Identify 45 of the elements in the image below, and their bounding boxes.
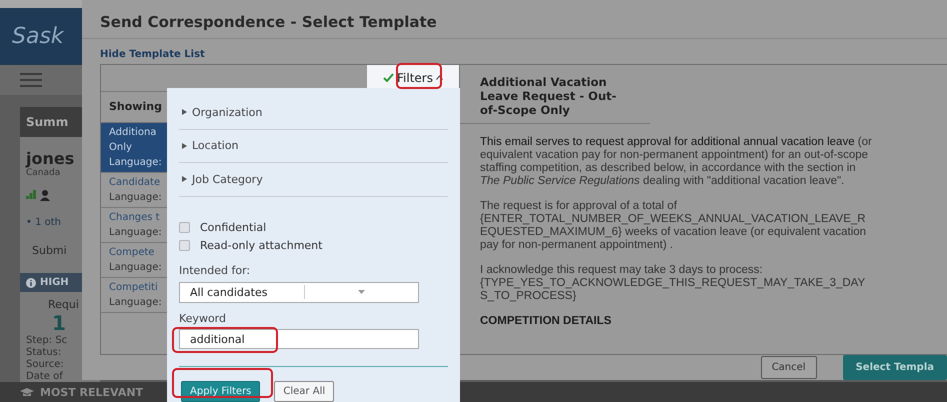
candidate-name: jones [24,148,76,168]
submitted-label: Submi [31,243,68,259]
field-label: Keyword [179,312,227,326]
section-heading: COMPETITION DETAILS [480,314,612,328]
menu-icon[interactable] [20,73,42,87]
primary-button[interactable]: Select Templa [842,355,947,380]
hide-list-link[interactable]: Hide Template List [82,38,223,64]
triangle-icon [182,176,187,182]
country-text: Canada [25,168,62,178]
logo-text: Sask [12,24,64,49]
bars-icon [26,190,36,199]
caret-icon [436,75,443,80]
dialog-title: Send Correspondence - Select Template [82,6,947,39]
keyword-field[interactable]: additional [179,329,419,350]
checkbox[interactable] [179,222,190,233]
section-title: MOST RELEVANT [40,386,144,398]
checkbox[interactable] [179,240,190,251]
checkbox-label: Read-only attachment [200,238,322,252]
cap-icon [20,388,34,396]
checkbox-label: Confidential [200,220,266,234]
primary-button[interactable]: Apply Filters [181,381,260,402]
annotation-outline [396,63,442,89]
detail-text: Status: [25,347,62,359]
detail-text: Date of [25,371,64,383]
secondary-button[interactable]: Cancel [760,356,817,379]
info-icon [26,278,36,288]
dropdown[interactable]: All candidates [179,282,419,304]
filter-section[interactable]: Location [179,130,448,164]
secondary-button[interactable]: Clear All [274,381,334,402]
triangle-icon [182,109,187,116]
triangle-icon [182,142,187,149]
requirement-value: 1 [51,311,67,335]
field-label: Intended for: [179,264,252,277]
detail-text: Step: Sc [25,335,68,347]
caret-icon [358,290,365,294]
detail-text: Source: [25,359,65,371]
template-paragraph: This email serves to request approval for additional annual vacation leave (or equivalent vacation pay for non-permanent appointment) for an out-of-scope staffing competition, as described below, in accordance with the section in The Public Service Regulations dealing with "additional vacation leave". [480,136,872,188]
filter-section[interactable]: Organization [179,96,448,130]
template-paragraph: The request is for approval of a total of {ENTER_TOTAL_NUMBER_OF_WEEKS_ANNUAL_VACATION_LEAVE_REQUESTED_MAXIMUM_6} weeks of vacation leave (or equivalent vacation pay for non-permanent appointment) . [480,200,868,252]
filter-section[interactable]: Job Category [179,163,448,197]
requirement-label: Requi [47,297,80,311]
highlights-title: HIGH [40,277,69,288]
person-icon [40,190,52,201]
template-paragraph: I acknowledge this request may take 3 days to process: {TYPE_YES_TO_ACKNOWLEDGE_THIS_REQUEST_MAY_TAKE_3_DAYS_TO_PROCESS} [480,264,866,303]
bullet-text: • 1 oth [25,216,62,228]
